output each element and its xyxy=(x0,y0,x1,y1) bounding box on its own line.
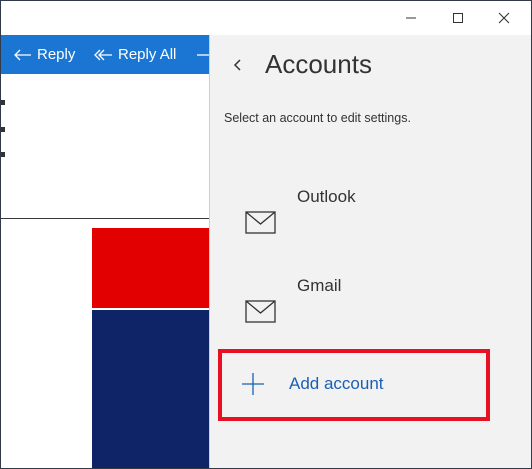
reply-button[interactable]: Reply xyxy=(12,35,75,74)
back-button[interactable] xyxy=(228,53,248,77)
account-item-outlook[interactable]: Outlook xyxy=(210,187,532,247)
text-fragment xyxy=(1,152,5,157)
text-fragment xyxy=(1,100,5,105)
pane-subtitle: Select an account to edit settings. xyxy=(224,111,411,125)
account-item-gmail[interactable]: Gmail xyxy=(210,276,532,336)
reply-all-button[interactable]: Reply All xyxy=(93,35,176,74)
message-header xyxy=(1,74,211,219)
add-account-label: Add account xyxy=(289,374,384,393)
mail-icon xyxy=(245,211,276,234)
accounts-pane: Accounts Select an account to edit setti… xyxy=(209,35,532,468)
maximize-icon xyxy=(453,13,463,23)
account-name: Outlook xyxy=(297,187,356,206)
chevron-left-icon xyxy=(233,59,241,71)
maximize-button[interactable] xyxy=(435,1,481,35)
header-divider xyxy=(1,218,211,219)
title-bar[interactable] xyxy=(1,1,531,35)
reply-label: Reply xyxy=(37,46,76,63)
reply-all-icon xyxy=(94,49,112,60)
minimize-button[interactable] xyxy=(388,1,434,35)
pane-title: Accounts xyxy=(265,49,372,79)
message-image-red-block xyxy=(92,228,210,308)
close-button[interactable] xyxy=(481,1,527,35)
mail-icon xyxy=(245,300,276,323)
minimize-icon xyxy=(406,17,416,19)
message-image-blue-block xyxy=(92,310,210,468)
text-fragment xyxy=(1,127,5,132)
plus-icon xyxy=(242,373,264,395)
close-icon xyxy=(498,12,510,24)
account-name: Gmail xyxy=(297,276,342,295)
reply-all-label: Reply All xyxy=(118,46,177,63)
reply-arrow-icon xyxy=(14,49,31,60)
add-account-button[interactable]: Add account xyxy=(218,349,490,421)
